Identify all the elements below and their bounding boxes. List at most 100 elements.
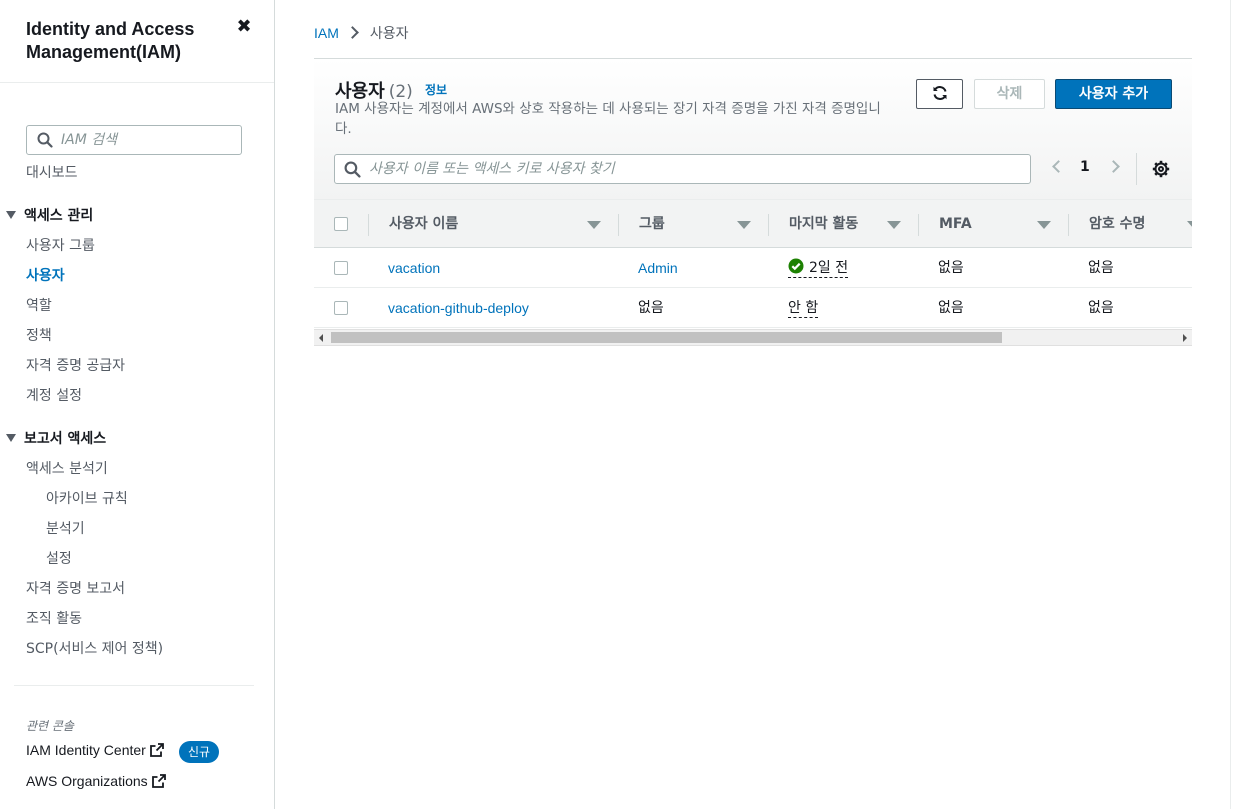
column-header-password-age[interactable]: 암호 수명 xyxy=(1089,200,1192,248)
external-link-icon xyxy=(151,774,166,788)
nav-dashboard[interactable]: 대시보드 xyxy=(26,164,78,182)
table-row[interactable]: vacation Admin 2일 전 없음 없음 xyxy=(314,248,1192,288)
column-label: MFA xyxy=(939,216,972,232)
last-activity-text[interactable]: 안 함 xyxy=(788,299,819,318)
nav-account-settings[interactable]: 계정 설정 xyxy=(26,387,82,405)
last-activity-text: 2일 전 xyxy=(809,260,849,276)
caret-down-icon xyxy=(6,434,16,442)
nav-analyzer-settings[interactable]: 설정 xyxy=(46,550,72,568)
column-divider xyxy=(1068,214,1069,236)
sort-caret-icon xyxy=(1187,221,1192,229)
previous-page-icon[interactable] xyxy=(1052,160,1065,173)
nav-section-access-reports[interactable]: 보고서 액세스 xyxy=(6,430,106,448)
user-name-link[interactable]: vacation xyxy=(388,248,440,288)
group-link[interactable]: Admin xyxy=(638,248,678,288)
nav-policies[interactable]: 정책 xyxy=(26,327,52,345)
search-icon xyxy=(37,132,53,148)
column-header-group[interactable]: 그룹 xyxy=(639,200,753,248)
table-header-row: 사용자 이름 그룹 마지막 활동 MFA 암호 수명 xyxy=(314,199,1192,248)
link-label: IAM Identity Center xyxy=(26,742,146,758)
nav-divider xyxy=(14,685,254,686)
aws-organizations-link[interactable]: AWS Organizations xyxy=(26,773,166,789)
last-activity-value[interactable]: 2일 전 xyxy=(788,258,849,278)
nav-credential-report[interactable]: 자격 증명 보고서 xyxy=(26,580,125,598)
table-row[interactable]: vacation-github-deploy 없음 안 함 없음 없음 xyxy=(314,288,1192,328)
last-activity-cell: 2일 전 xyxy=(788,248,849,288)
settings-gear-icon[interactable] xyxy=(1152,160,1170,178)
column-label: 암호 수명 xyxy=(1089,216,1146,232)
user-name-link[interactable]: vacation-github-deploy xyxy=(388,288,529,328)
search-icon xyxy=(344,161,361,178)
breadcrumb: IAM 사용자 xyxy=(314,24,409,43)
iam-search-input[interactable] xyxy=(61,129,236,151)
nav-divider xyxy=(0,82,274,83)
nav-organization-activity[interactable]: 조직 활동 xyxy=(26,610,82,628)
nav-user-groups[interactable]: 사용자 그룹 xyxy=(26,237,95,255)
select-all-checkbox[interactable] xyxy=(334,217,348,231)
page-number[interactable]: 1 xyxy=(1080,159,1090,175)
content-edge-divider xyxy=(1230,0,1231,809)
password-age-cell: 없음 xyxy=(1088,260,1114,276)
scroll-right-icon[interactable] xyxy=(1183,334,1187,342)
iam-search-box[interactable] xyxy=(26,125,242,155)
success-check-icon xyxy=(788,258,804,274)
sort-caret-icon xyxy=(887,221,901,229)
column-label: 마지막 활동 xyxy=(789,216,859,232)
mfa-cell: 없음 xyxy=(938,300,964,316)
new-badge: 신규 xyxy=(179,741,220,763)
sort-caret-icon xyxy=(737,221,751,229)
chevron-right-icon xyxy=(346,26,359,39)
iam-identity-center-link[interactable]: IAM Identity Center xyxy=(26,742,164,758)
last-activity-cell: 안 함 xyxy=(788,288,819,328)
column-divider xyxy=(368,214,369,236)
sort-caret-icon xyxy=(587,221,601,229)
breadcrumb-iam[interactable]: IAM xyxy=(314,25,339,41)
add-user-button[interactable]: 사용자 추가 xyxy=(1055,79,1172,109)
info-link[interactable]: 정보 xyxy=(425,81,447,98)
group-cell: 없음 xyxy=(638,300,664,316)
nav-users[interactable]: 사용자 xyxy=(26,267,65,285)
refresh-icon xyxy=(933,86,946,100)
column-label: 그룹 xyxy=(639,216,665,232)
user-search-box[interactable] xyxy=(334,154,1031,184)
column-header-user-name[interactable]: 사용자 이름 xyxy=(389,200,603,248)
page-description: IAM 사용자는 계정에서 AWS와 상호 작용하는 데 사용되는 장기 자격 … xyxy=(335,101,881,137)
nav-section-access-management[interactable]: 액세스 관리 xyxy=(6,207,93,225)
horizontal-scrollbar[interactable] xyxy=(314,329,1192,346)
user-search-input[interactable] xyxy=(369,158,1019,180)
row-checkbox[interactable] xyxy=(334,301,348,315)
side-navigation: Identity and Access Management(IAM) ✖ 대시… xyxy=(0,0,275,809)
delete-button[interactable]: 삭제 xyxy=(974,79,1045,109)
column-label: 사용자 이름 xyxy=(389,216,459,232)
link-label: AWS Organizations xyxy=(26,773,148,789)
nav-scp[interactable]: SCP(서비스 제어 정책) xyxy=(26,640,163,658)
caret-down-icon xyxy=(6,211,16,219)
nav-roles[interactable]: 역할 xyxy=(26,297,52,315)
nav-access-analyzer[interactable]: 액세스 분석기 xyxy=(26,460,108,478)
column-divider xyxy=(918,214,919,236)
section-label: 액세스 관리 xyxy=(24,208,94,224)
close-navigation-icon[interactable]: ✖ xyxy=(234,16,254,40)
external-link-icon xyxy=(149,743,164,757)
row-checkbox[interactable] xyxy=(334,261,348,275)
users-table-header: 사용자 (2) 정보 IAM 사용자는 계정에서 AWS와 상호 작용하는 데 사… xyxy=(314,59,1192,199)
scroll-left-icon[interactable] xyxy=(319,334,323,342)
breadcrumb-current: 사용자 xyxy=(369,26,409,42)
column-header-last-activity[interactable]: 마지막 활동 xyxy=(789,200,903,248)
users-table: 사용자 이름 그룹 마지막 활동 MFA 암호 수명 vacation Admi… xyxy=(314,199,1192,329)
column-divider xyxy=(618,214,619,236)
mfa-cell: 없음 xyxy=(938,260,964,276)
scrollbar-thumb[interactable] xyxy=(331,332,1002,343)
nav-identity-providers[interactable]: 자격 증명 공급자 xyxy=(26,357,125,375)
service-title[interactable]: Identity and Access Management(IAM) xyxy=(26,18,226,64)
refresh-button[interactable] xyxy=(916,79,963,109)
column-divider xyxy=(768,214,769,236)
nav-archive-rules[interactable]: 아카이브 규칙 xyxy=(46,490,128,508)
nav-analyzers[interactable]: 분석기 xyxy=(46,520,85,538)
pager-divider xyxy=(1136,153,1137,185)
section-label: 보고서 액세스 xyxy=(24,431,107,447)
related-consoles-label: 관련 콘솔 xyxy=(26,719,74,733)
next-page-icon[interactable] xyxy=(1107,160,1120,173)
password-age-cell: 없음 xyxy=(1088,300,1114,316)
column-header-mfa[interactable]: MFA xyxy=(939,200,1053,248)
